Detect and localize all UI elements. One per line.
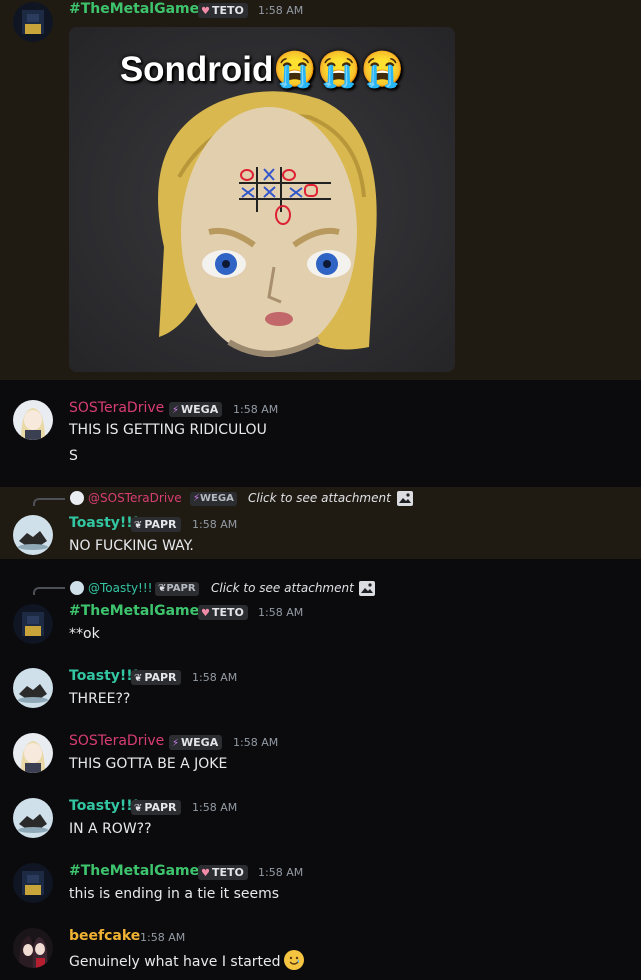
- message-toasty-reply: @SOSTeraDrive ⚡WEGA Click to see attachm…: [0, 487, 641, 559]
- message-toasty-3: Toasty!!! ❦ PAPR 1:58 AM IN A ROW??: [0, 795, 641, 855]
- message-text: THIS IS GETTING RIDICULOU: [69, 422, 267, 438]
- role-tag[interactable]: ❦ PAPR: [131, 670, 181, 685]
- reply-author[interactable]: @Toasty!!!: [88, 581, 152, 595]
- author-name[interactable]: SOSTeraDrive: [69, 400, 164, 416]
- reply-role-tag-label: WEGA: [200, 493, 234, 504]
- reply-avatar: [70, 491, 84, 505]
- message-text: NO FUCKING WAY.: [69, 538, 194, 554]
- message-text: S: [69, 448, 78, 464]
- role-tag-label: TETO: [211, 606, 244, 619]
- avatar[interactable]: [13, 863, 53, 903]
- role-tag-label: PAPR: [144, 671, 177, 684]
- avatar[interactable]: [13, 400, 53, 440]
- avatar[interactable]: [13, 515, 53, 555]
- timestamp: 1:58 AM: [192, 518, 238, 531]
- role-tag[interactable]: ❦ PAPR: [131, 800, 181, 815]
- image-caption: Sondroid😭😭😭: [119, 50, 405, 89]
- message-text: IN A ROW??: [69, 821, 152, 837]
- timestamp: 1:58 AM: [258, 4, 304, 17]
- reply-role-tag-label: PAPR: [166, 583, 196, 594]
- message-themetalgames-2: #TheMetalGames ♥ TETO 1:58 AM this is end…: [0, 860, 641, 920]
- heart-icon: ♥: [201, 868, 210, 879]
- avatar[interactable]: [13, 798, 53, 838]
- role-tag-label: TETO: [211, 866, 244, 879]
- heart-icon: ♥: [201, 6, 210, 17]
- author-name[interactable]: Toasty!!!: [69, 798, 139, 814]
- author-name[interactable]: #TheMetalGames: [69, 863, 207, 879]
- avatar[interactable]: [13, 2, 53, 42]
- timestamp: 1:58 AM: [140, 931, 186, 944]
- reply-role-tag: ⚡WEGA: [190, 492, 237, 506]
- leaf-icon: ❦: [134, 803, 143, 814]
- leaf-icon: ❦: [134, 520, 143, 531]
- reply-preview-text[interactable]: Click to see attachment: [248, 491, 391, 505]
- timestamp: 1:58 AM: [258, 606, 304, 619]
- message-text: THREE??: [69, 691, 131, 707]
- role-tag[interactable]: ❦ PAPR: [131, 517, 181, 532]
- message-toasty-2: Toasty!!! ❦ PAPR 1:58 AM THREE??: [0, 665, 641, 725]
- role-tag[interactable]: ⚡ WEGA: [169, 402, 223, 417]
- avatar[interactable]: [13, 733, 53, 773]
- author-name[interactable]: Toasty!!!: [69, 668, 139, 684]
- role-tag[interactable]: ♥ TETO: [198, 3, 248, 18]
- role-tag[interactable]: ♥ TETO: [198, 865, 248, 880]
- timestamp: 1:58 AM: [233, 403, 279, 416]
- leaf-icon: ❦: [134, 673, 143, 684]
- role-tag-label: PAPR: [144, 801, 177, 814]
- author-name[interactable]: beefcake: [69, 928, 140, 944]
- reply-author[interactable]: @SOSTeraDrive: [88, 491, 182, 505]
- role-tag-label: WEGA: [181, 403, 219, 416]
- message-text: this is ending in a tie it seems: [69, 886, 280, 902]
- image-icon: [359, 581, 375, 596]
- role-tag[interactable]: ⚡ WEGA: [169, 735, 223, 750]
- author-name[interactable]: #TheMetalGames: [69, 603, 207, 619]
- timestamp: 1:58 AM: [258, 866, 304, 879]
- lightning-icon: ⚡: [172, 738, 180, 749]
- image-icon: [397, 491, 413, 506]
- message-themetalgames-reply: @Toasty!!! ❦PAPR Click to see attachment…: [0, 576, 641, 648]
- avatar[interactable]: [13, 668, 53, 708]
- message-text: THIS GOTTA BE A JOKE: [69, 756, 228, 772]
- role-tag[interactable]: ♥ TETO: [198, 605, 248, 620]
- avatar[interactable]: [13, 604, 53, 644]
- role-tag-label: TETO: [211, 4, 244, 17]
- message-text-body: Genuinely what have I started: [69, 954, 281, 970]
- message-sosteradrive-1: SOSTeraDrive ⚡ WEGA 1:58 AM THIS IS GETTI…: [0, 380, 641, 485]
- avatar[interactable]: [13, 928, 53, 968]
- timestamp: 1:58 AM: [192, 801, 238, 814]
- reply-connector: [33, 587, 65, 595]
- message-themetalgames-image: #TheMetalGames ♥ TETO 1:58 AM Sondroid😭😭…: [0, 0, 641, 380]
- reply-connector: [33, 498, 65, 506]
- lightning-icon: ⚡: [193, 493, 201, 504]
- message-sosteradrive-2: SOSTeraDrive ⚡ WEGA 1:58 AM THIS GOTTA BE…: [0, 730, 641, 790]
- author-name[interactable]: SOSTeraDrive: [69, 733, 164, 749]
- reply-role-tag: ❦PAPR: [155, 582, 199, 596]
- message-text: **ok: [69, 626, 100, 642]
- role-tag-label: PAPR: [144, 518, 177, 531]
- author-name[interactable]: #TheMetalGames: [69, 1, 207, 17]
- image-attachment[interactable]: Sondroid😭😭😭: [69, 27, 455, 372]
- message-beefcake: beefcake 1:58 AM Genuinely what have I s…: [0, 925, 641, 980]
- heart-icon: ♥: [201, 608, 210, 619]
- smiling-face-with-tear-emoji: [283, 950, 304, 970]
- message-text: Genuinely what have I started: [69, 950, 304, 970]
- timestamp: 1:58 AM: [233, 736, 279, 749]
- role-tag-label: WEGA: [181, 736, 219, 749]
- author-name[interactable]: Toasty!!!: [69, 515, 139, 531]
- timestamp: 1:58 AM: [192, 671, 238, 684]
- reply-preview-text[interactable]: Click to see attachment: [211, 581, 354, 595]
- reply-avatar: [70, 581, 84, 595]
- lightning-icon: ⚡: [172, 405, 180, 416]
